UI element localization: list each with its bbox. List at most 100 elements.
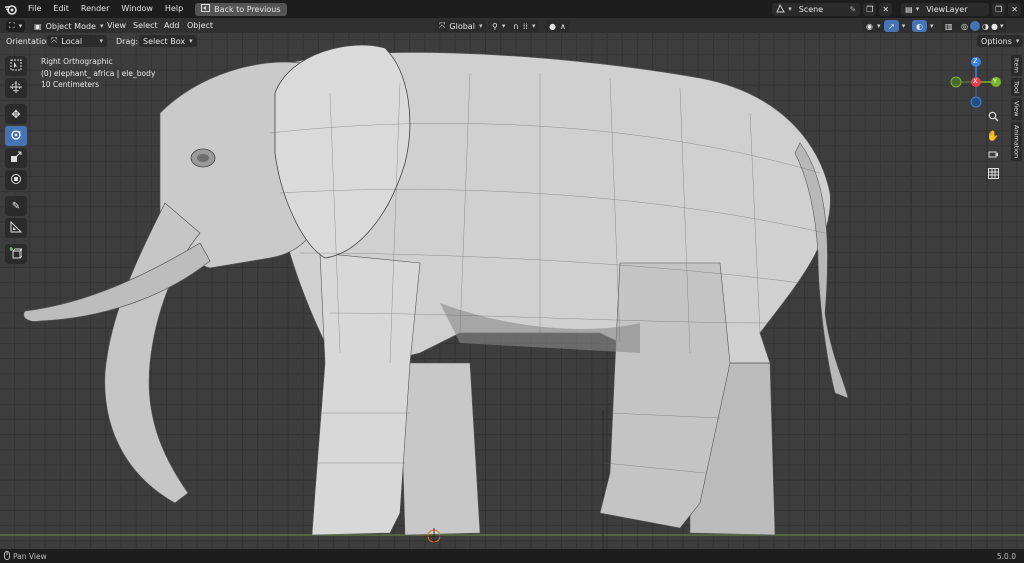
menu-edit[interactable]: Edit xyxy=(47,0,75,18)
xray-icon: ▥ xyxy=(945,21,953,31)
solid-shading-icon[interactable] xyxy=(969,21,980,31)
chevron-down-icon: ▾ xyxy=(99,37,103,45)
proportional-editing-toggle[interactable]: ● ∧ xyxy=(545,20,570,32)
top-bar: File Edit Render Window Help Back to Pre… xyxy=(0,0,1024,18)
grid-icon xyxy=(987,167,999,181)
tab-tool[interactable]: Tool xyxy=(1011,77,1022,97)
menu-select[interactable]: Select xyxy=(133,21,158,30)
ruler-icon xyxy=(10,220,23,235)
visibility-selector[interactable]: ◉ ▾ xyxy=(862,20,885,32)
pan-button[interactable]: ✋ xyxy=(985,128,1001,144)
menu-help[interactable]: Help xyxy=(159,0,189,18)
hand-icon: ✋ xyxy=(986,130,1000,142)
object-mode-icon: ▣ xyxy=(34,21,42,31)
menu-object[interactable]: Object xyxy=(187,21,213,30)
overlays-toggle[interactable]: ◐ ▾ xyxy=(912,20,934,32)
crosshair-icon xyxy=(10,81,22,95)
remove-scene-button[interactable]: ✕ xyxy=(879,2,893,16)
tab-item[interactable]: Item xyxy=(1011,55,1022,76)
zoom-button[interactable] xyxy=(985,109,1001,125)
elephant-mesh xyxy=(0,44,1024,549)
proportional-icon: ● xyxy=(549,21,556,31)
menu-add[interactable]: Add xyxy=(164,21,180,30)
measure-tool[interactable] xyxy=(5,218,27,238)
viewport-overlay-info: Right Orthographic (0) elephant_ africa … xyxy=(41,56,155,91)
remove-viewlayer-button[interactable]: ✕ xyxy=(1008,2,1021,16)
menu-window[interactable]: Window xyxy=(115,0,159,18)
drag-dropdown[interactable]: Select Box ▾ xyxy=(139,35,197,47)
copy-icon: ❐ xyxy=(995,4,1003,14)
select-box-tool[interactable] xyxy=(5,56,27,76)
transform-tool[interactable] xyxy=(5,170,27,190)
viewport-header: ⛶ ▾ ▣ Object Mode ▾ View Select Add Objec… xyxy=(0,18,1024,33)
orientation-dropdown[interactable]: ⤧ Local ▾ xyxy=(47,35,107,47)
pivot-icon: ⚲ xyxy=(492,21,498,31)
scale-icon xyxy=(10,151,22,165)
navigation-gizmo[interactable]: Z X Y xyxy=(948,54,1004,110)
rotate-icon xyxy=(10,129,22,143)
viewlayer-icon: ▤ xyxy=(905,4,913,14)
drag-label: Drag: xyxy=(116,37,139,46)
rendered-shading-icon[interactable]: ● xyxy=(991,22,998,31)
annotate-tool[interactable]: ✎ xyxy=(5,196,27,216)
orientation-axes-icon: ⤧ xyxy=(51,36,58,45)
gizmo-toggle[interactable]: ↗ ▾ xyxy=(884,20,905,32)
chevron-down-icon: ▾ xyxy=(501,22,506,30)
magnet-icon: ∩ xyxy=(513,21,519,31)
axis-x-label: X xyxy=(973,77,978,85)
menu-view[interactable]: View xyxy=(107,21,126,30)
cursor-tool[interactable] xyxy=(5,78,27,98)
tab-view[interactable]: View xyxy=(1011,98,1022,120)
new-scene-button[interactable]: ❐ xyxy=(863,2,877,16)
move-arrows-icon: ✥ xyxy=(11,107,21,121)
snap-toggle[interactable]: ∩ ⁞⁞ ▾ xyxy=(509,20,540,32)
3d-viewport[interactable]: Right Orthographic (0) elephant_ africa … xyxy=(0,33,1024,549)
main-menu: File Edit Render Window Help xyxy=(22,0,189,18)
blender-logo-icon[interactable] xyxy=(3,2,19,16)
mode-selector[interactable]: ▣ Object Mode ▾ xyxy=(30,20,108,32)
rotate-tool[interactable] xyxy=(5,126,27,146)
menu-render[interactable]: Render xyxy=(75,0,115,18)
close-icon: ✕ xyxy=(1011,4,1018,14)
select-cursor-icon xyxy=(10,59,22,73)
copy-icon: ❐ xyxy=(866,4,874,14)
back-to-previous-label: Back to Previous xyxy=(214,4,281,14)
material-shading-icon[interactable]: ◑ xyxy=(982,22,989,31)
perspective-toggle-button[interactable] xyxy=(985,166,1001,182)
chevron-down-icon: ▾ xyxy=(189,37,193,45)
chevron-down-icon: ▾ xyxy=(478,22,483,30)
top-right-controls: ▾ Scene ✎ ❐ ✕ ▤ ▾ ViewLayer ❐ ✕ xyxy=(772,0,1024,18)
pin-icon[interactable]: ✎ xyxy=(850,5,857,14)
wireframe-shading-icon[interactable]: ◎ xyxy=(961,22,968,31)
menu-file[interactable]: File xyxy=(22,0,47,18)
version-label: 5.0.0 xyxy=(996,551,1016,561)
back-to-previous-button[interactable]: Back to Previous xyxy=(195,2,287,16)
pencil-icon: ✎ xyxy=(11,200,21,212)
pivot-point-selector[interactable]: ⚲ ▾ xyxy=(488,20,510,32)
axis-y-label: Y xyxy=(993,77,997,85)
scale-tool[interactable] xyxy=(5,148,27,168)
xray-toggle[interactable]: ▥ xyxy=(941,20,957,32)
grid-scale: 10 Centimeters xyxy=(41,80,100,89)
options-dropdown[interactable]: Options ▾ xyxy=(977,35,1024,47)
camera-icon xyxy=(988,149,999,161)
scene-selector[interactable]: ▾ Scene ✎ xyxy=(772,2,861,16)
camera-view-button[interactable] xyxy=(985,147,1001,163)
cube-add-icon xyxy=(9,247,24,261)
chevron-down-icon: ▾ xyxy=(18,22,23,30)
tab-animation[interactable]: Animation xyxy=(1011,121,1022,162)
viewlayer-selector[interactable]: ▤ ▾ ViewLayer xyxy=(901,2,990,16)
snap-grid-icon: ⁞⁞ xyxy=(522,21,528,31)
move-tool[interactable]: ✥ xyxy=(5,104,27,124)
chevron-down-icon: ▾ xyxy=(1015,37,1020,45)
transform-icon xyxy=(10,173,22,187)
add-cube-tool[interactable] xyxy=(5,244,27,264)
tool-shelf: ✥ ✎ xyxy=(5,56,29,266)
transform-orientation-selector[interactable]: ⤧ Global ▾ xyxy=(435,20,487,32)
new-viewlayer-button[interactable]: ❐ xyxy=(992,2,1006,16)
chevron-down-icon: ▾ xyxy=(901,22,906,30)
editor-type-selector[interactable]: ⛶ ▾ xyxy=(6,20,26,32)
tool-settings-bar: Orientation: ⤧ Local ▾ Drag: Select Box … xyxy=(0,33,1024,50)
orientation-value: Local xyxy=(61,36,83,46)
chevron-down-icon[interactable]: ▾ xyxy=(1000,22,1004,30)
